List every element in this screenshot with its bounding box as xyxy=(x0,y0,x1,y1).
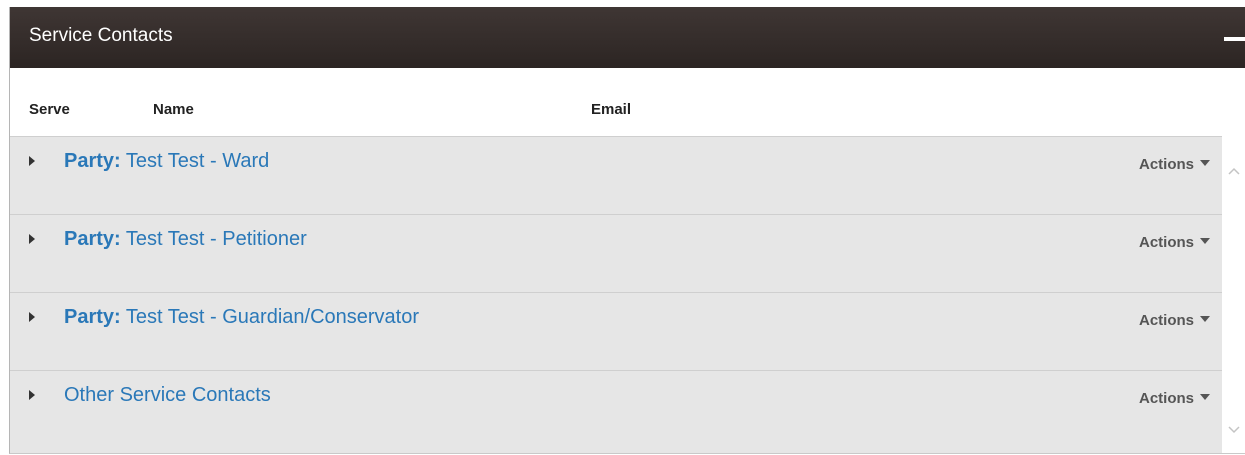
contact-row-title[interactable]: Party: Test Test - Ward xyxy=(64,148,269,174)
caret-down-icon xyxy=(1200,394,1210,400)
collapse-button[interactable] xyxy=(1222,27,1245,51)
party-prefix: Party: xyxy=(64,228,121,250)
chevron-down-icon[interactable] xyxy=(1228,423,1240,435)
vertical-scrollbar[interactable] xyxy=(1222,137,1245,453)
contact-row-petitioner[interactable]: Party: Test Test - Petitioner Actions xyxy=(10,215,1222,293)
column-headers: Serve Name Email xyxy=(10,68,1222,137)
service-contacts-panel: Service Contacts Serve Name Email Party:… xyxy=(9,7,1245,454)
caret-down-icon xyxy=(1200,160,1210,166)
actions-label: Actions xyxy=(1138,156,1194,173)
column-header-name[interactable]: Name xyxy=(153,101,194,119)
caret-right-icon[interactable] xyxy=(29,156,35,166)
contact-name: Test Test - Ward xyxy=(125,150,270,172)
minus-icon xyxy=(1224,37,1245,41)
caret-down-icon xyxy=(1200,316,1210,322)
caret-right-icon[interactable] xyxy=(29,390,35,400)
party-prefix: Party: xyxy=(64,306,121,328)
actions-label: Actions xyxy=(1138,234,1194,251)
actions-dropdown[interactable]: Actions xyxy=(1139,155,1210,175)
party-prefix: Party: xyxy=(64,150,121,172)
contact-row-title[interactable]: Other Service Contacts xyxy=(64,382,271,408)
contact-name: Test Test - Petitioner xyxy=(125,228,307,250)
caret-right-icon[interactable] xyxy=(29,234,35,244)
actions-dropdown[interactable]: Actions xyxy=(1139,311,1210,331)
panel-title: Service Contacts xyxy=(29,25,173,46)
actions-label: Actions xyxy=(1138,390,1194,407)
chevron-up-icon[interactable] xyxy=(1228,166,1240,178)
panel-header: Service Contacts xyxy=(10,7,1245,68)
contact-list: Party: Test Test - Ward Actions Party: T… xyxy=(10,137,1222,453)
contact-name: Test Test - Guardian/Conservator xyxy=(125,306,420,328)
contact-row-title[interactable]: Party: Test Test - Guardian/Conservator xyxy=(64,304,419,330)
contact-name: Other Service Contacts xyxy=(64,384,271,406)
caret-right-icon[interactable] xyxy=(29,312,35,322)
actions-dropdown[interactable]: Actions xyxy=(1139,389,1210,409)
actions-label: Actions xyxy=(1138,312,1194,329)
contact-row-ward[interactable]: Party: Test Test - Ward Actions xyxy=(10,137,1222,215)
column-header-email[interactable]: Email xyxy=(591,101,631,119)
actions-dropdown[interactable]: Actions xyxy=(1139,233,1210,253)
caret-down-icon xyxy=(1200,238,1210,244)
column-header-serve[interactable]: Serve xyxy=(29,101,70,119)
contact-row-guardian[interactable]: Party: Test Test - Guardian/Conservator … xyxy=(10,293,1222,371)
contact-row-title[interactable]: Party: Test Test - Petitioner xyxy=(64,226,307,252)
contact-row-other[interactable]: Other Service Contacts Actions xyxy=(10,371,1222,451)
